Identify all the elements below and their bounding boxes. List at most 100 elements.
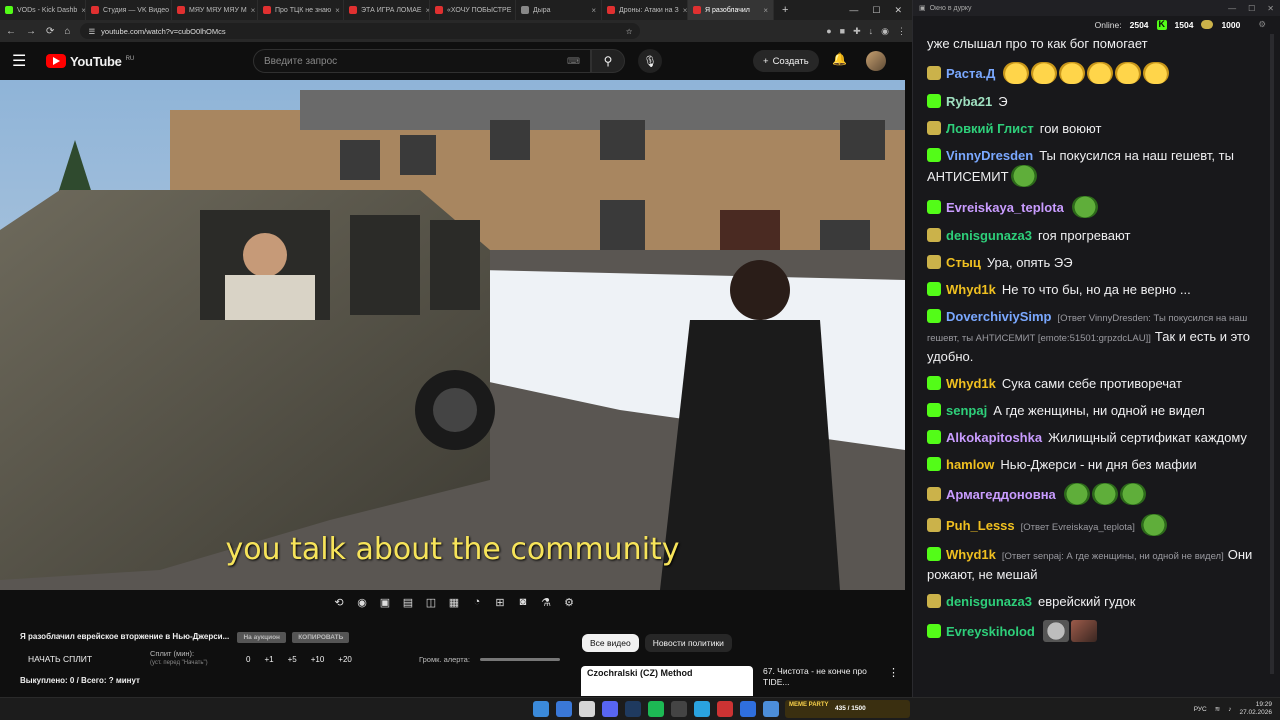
taskbar-app-icon[interactable] [602,701,618,717]
split-value-button[interactable]: +20 [338,655,352,664]
chat-message-list[interactable]: уже слышал про то как бог помогает Раста.… [913,30,1265,697]
home-icon[interactable]: ⌂ [64,26,70,37]
wifi-icon[interactable]: ≋ [1215,705,1220,713]
chat-username[interactable]: hamlow [946,457,994,472]
menu-icon[interactable]: ☰ [12,51,40,71]
split-value-button[interactable]: 0 [246,655,250,664]
chat-username[interactable]: senpaj [946,403,987,418]
menu-icon[interactable]: ⋮ [897,26,906,37]
minimize-icon[interactable]: — [1228,4,1236,13]
chat-scrollbar[interactable] [1270,34,1274,674]
chat-username[interactable]: Стыц [946,255,981,270]
browser-tab[interactable]: VODs - Kick Dashb × [0,0,86,20]
add-clip-icon[interactable]: ⊞ [491,596,509,609]
copy-button[interactable]: КОПИРОВАТЬ [292,632,350,643]
chat-username[interactable]: Evreiskaya_teplota [946,200,1064,215]
picture-in-picture-icon[interactable]: ◫ [422,596,440,609]
screenshot-icon[interactable]: ◙ [514,596,532,609]
more-options-icon[interactable]: ⋮ [888,666,899,696]
avatar[interactable] [866,51,886,71]
meme-party-widget[interactable]: MEME PARTY 435 / 1500 [785,700,910,718]
taskbar-app-icon[interactable] [579,701,595,717]
alert-volume-slider[interactable] [480,658,560,661]
keyboard-icon[interactable]: ⌨ [567,56,580,67]
volume-icon[interactable]: ♪ [1228,706,1231,713]
create-button[interactable]: + Создать [753,50,819,72]
browser-tab[interactable]: ЭТА ИГРА ЛОМАЕ × [344,0,430,20]
chat-username[interactable]: Ryba21 [946,94,992,109]
close-icon[interactable]: ✕ [894,5,902,16]
browser-tab[interactable]: «ХОЧУ ПОБЫСТРЕ× [430,0,516,20]
chat-username[interactable]: VinnyDresden [946,148,1033,163]
taskbar-app-icon[interactable] [694,701,710,717]
chat-username[interactable]: Puh_Lesss [946,518,1015,533]
extensions-puzzle-icon[interactable]: ✚ [853,26,861,37]
tab-close-icon[interactable]: × [591,6,596,15]
settings-gear-icon[interactable]: ⚙ [560,596,578,609]
chat-username[interactable]: Evreyskiholod [946,624,1035,639]
language-indicator[interactable]: РУС [1194,706,1207,713]
notifications-bell-icon[interactable]: 🔔 [832,52,847,66]
chat-username[interactable]: denisgunaza3 [946,594,1032,609]
search-button[interactable]: ⚲ [591,49,625,73]
close-icon[interactable]: ✕ [1267,4,1274,13]
extension-icon[interactable]: ■ [840,26,845,37]
chat-username[interactable]: Армагеддоновна [946,487,1056,502]
taskbar-app-icon[interactable] [740,701,756,717]
video-thumbnail[interactable]: Czochralski (CZ) Method [581,666,753,696]
chat-username[interactable]: Whyd1k [946,547,996,562]
taskbar-app-icon[interactable] [717,701,733,717]
chip-all-videos[interactable]: Все видео [582,634,639,652]
taskbar-app-icon[interactable] [671,701,687,717]
taskbar-app-icon[interactable] [533,701,549,717]
split-value-button[interactable]: +1 [264,655,273,664]
clock[interactable]: 19:29 27.02.2026 [1239,701,1272,717]
recommended-video[interactable]: Czochralski (CZ) Method 67. Чистота - не… [581,666,907,696]
chapters-icon[interactable]: ▦ [445,596,463,609]
tab-close-icon[interactable]: × [763,6,768,15]
reply-reference[interactable]: [Ответ Evreiskaya_teplota] [1021,522,1135,533]
extension-icon[interactable]: ● [826,26,831,37]
taskbar-app-icon[interactable] [625,701,641,717]
profile-icon[interactable]: ◉ [881,26,889,37]
url-field[interactable]: ☰ youtube.com/watch?v=cubO0lhOMcs ☆ [80,23,641,39]
back-icon[interactable]: ← [6,26,16,37]
reload-icon[interactable]: ⟳ [46,26,54,37]
audio-icon[interactable]: ◉ [353,596,371,609]
tab-close-icon[interactable]: × [251,6,256,15]
auction-button[interactable]: На аукцион [237,632,286,643]
browser-tab[interactable]: МЯУ МЯУ МЯУ М × [172,0,258,20]
downloads-icon[interactable]: ↓ [869,26,874,37]
chat-username[interactable]: Раста.Д [946,66,995,81]
chat-username[interactable]: Alkokapitoshka [946,430,1042,445]
recommended-title[interactable]: 67. Чистота - не конче про TIDE... [763,666,878,696]
chat-username[interactable]: Whyd1k [946,282,996,297]
search-input[interactable]: Введите запрос ⌨ [253,49,591,73]
tab-close-icon[interactable]: × [683,6,687,15]
taskbar-app-icon[interactable] [648,701,664,717]
minimize-icon[interactable]: — [849,5,858,16]
forward-icon[interactable]: → [26,26,36,37]
chat-username[interactable]: denisgunaza3 [946,228,1032,243]
browser-tab[interactable]: Студия — VK Видео× [86,0,172,20]
chat-username[interactable]: Ловкий Глист [946,121,1034,136]
speed-icon[interactable]: ◔ [468,596,486,609]
loop-icon[interactable]: ⟲ [330,596,348,609]
maximize-icon[interactable]: ☐ [872,5,880,16]
browser-tab[interactable]: Про ТЦК не знаю × [258,0,344,20]
browser-tab[interactable]: Дроны: Атаки на З × [602,0,688,20]
youtube-logo[interactable]: YouTube RU [46,54,134,69]
video-player[interactable]: you talk about the community [0,80,905,590]
chat-username[interactable]: Whyd1k [946,376,996,391]
screen-icon[interactable]: ▣ [376,596,394,609]
voice-search-button[interactable]: 🎙 [638,49,662,73]
new-tab-button[interactable]: + [774,4,796,16]
split-value-button[interactable]: +5 [288,655,297,664]
taskbar-app-icon[interactable] [763,701,779,717]
split-value-button[interactable]: +10 [311,655,325,664]
browser-tab[interactable]: Я разоблачил × [688,0,774,20]
taskbar-app-icon[interactable] [556,701,572,717]
chat-username[interactable]: DoverchiviySimp [946,309,1052,324]
chip-politics-news[interactable]: Новости политики [644,634,732,652]
bookmark-icon[interactable]: ☆ [626,27,633,36]
